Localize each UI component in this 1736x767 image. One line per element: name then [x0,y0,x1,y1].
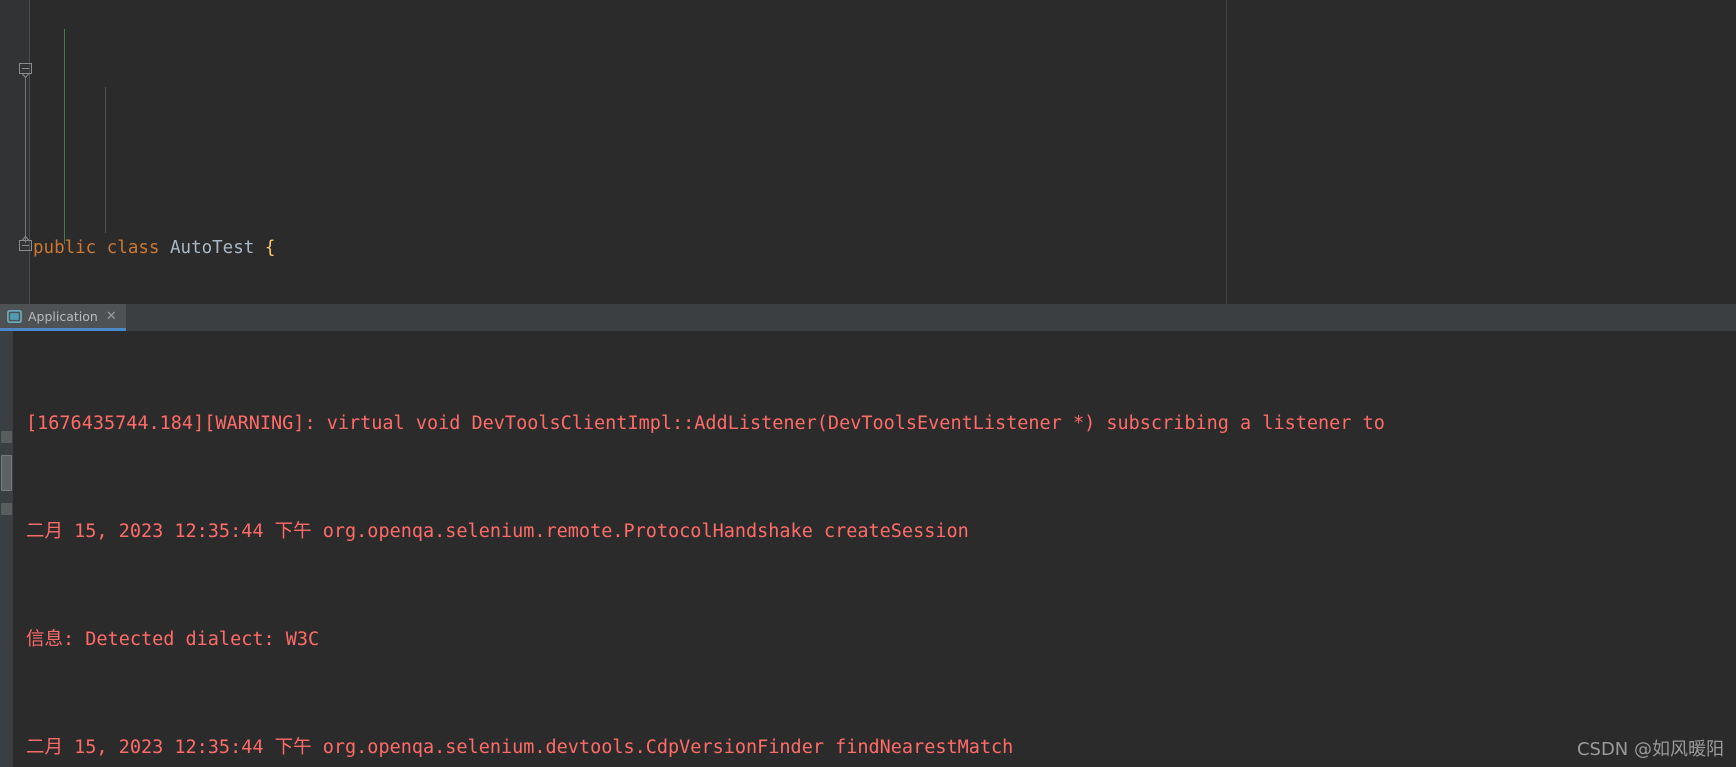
run-tool-window: Application ✕ [1676435744.184][WARNING]:… [0,304,1736,767]
console-line: 二月 15, 2023 12:35:44 下午 org.openqa.selen… [26,737,1014,758]
console-line: [1676435744.184][WARNING]: virtual void … [26,413,1385,434]
keyword-public: public [33,237,97,258]
indent-guide-class [64,29,65,244]
console-tab-bar: Application ✕ [0,304,1736,331]
console-line: 二月 15, 2023 12:35:44 下午 org.openqa.selen… [26,521,969,542]
keyword-class: class [106,237,160,258]
application-run-icon [7,309,22,323]
tab-label-application: Application [28,308,98,324]
console-marker-strip[interactable] [0,331,13,767]
console-line-list: [1676435744.184][WARNING]: virtual void … [13,331,1736,767]
console-scroll-thumb[interactable] [1,455,12,491]
brace-open-class: { [264,237,276,258]
code-line-class-decl: public class AutoTest { [0,234,1736,263]
console-line: 信息: Detected dialect: W3C [26,629,320,650]
tab-application[interactable]: Application ✕ [0,304,126,331]
class-name: AutoTest [170,237,255,258]
code-content[interactable]: public class AutoTest { ChromeDriver dri… [0,0,1736,304]
code-editor[interactable]: public class AutoTest { ChromeDriver dri… [0,0,1736,304]
close-icon[interactable]: ✕ [104,310,117,323]
console-marker-top[interactable] [1,431,12,443]
indent-guide-method [105,87,106,233]
console-marker-bottom[interactable] [1,503,12,515]
idea-window: public class AutoTest { ChromeDriver dri… [0,0,1736,767]
console-output[interactable]: [1676435744.184][WARNING]: virtual void … [13,331,1736,767]
